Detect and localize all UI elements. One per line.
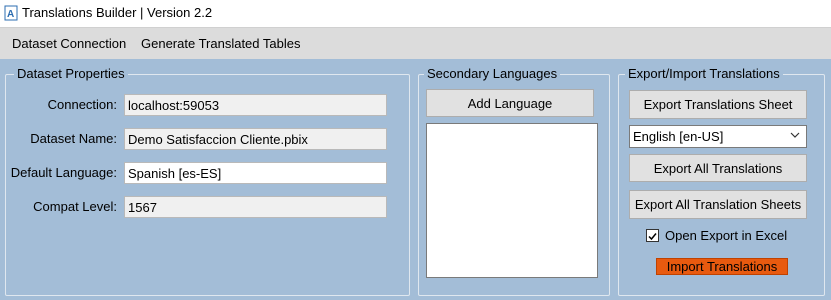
dataset-name-label: Dataset Name: bbox=[30, 131, 117, 146]
compat-level-field[interactable]: 1567 bbox=[124, 196, 387, 218]
export-import-group: Export/Import Translations Export Transl… bbox=[618, 66, 825, 296]
checkmark-icon bbox=[648, 233, 657, 241]
compat-level-label: Compat Level: bbox=[33, 199, 117, 214]
language-select[interactable]: English [en-US] bbox=[629, 125, 807, 148]
dataset-properties-title: Dataset Properties bbox=[14, 66, 128, 81]
import-translations-button[interactable]: Import Translations bbox=[656, 258, 788, 275]
connection-label: Connection: bbox=[47, 97, 117, 112]
add-language-button[interactable]: Add Language bbox=[426, 89, 594, 117]
app-icon: A bbox=[4, 5, 18, 21]
export-all-translations-button[interactable]: Export All Translations bbox=[629, 154, 807, 182]
secondary-languages-title: Secondary Languages bbox=[424, 66, 561, 81]
open-in-excel-checkbox[interactable] bbox=[646, 229, 659, 242]
language-select-value: English [en-US] bbox=[633, 129, 724, 144]
export-import-title: Export/Import Translations bbox=[625, 66, 783, 81]
svg-text:A: A bbox=[7, 9, 14, 20]
open-in-excel-label: Open Export in Excel bbox=[665, 228, 788, 243]
default-language-label: Default Language: bbox=[10, 165, 117, 180]
menu-generate-translated-tables[interactable]: Generate Translated Tables bbox=[141, 36, 300, 51]
connection-field[interactable]: localhost:59053 bbox=[124, 94, 387, 116]
export-translations-sheet-button[interactable]: Export Translations Sheet bbox=[629, 90, 807, 119]
window-title: Translations Builder | Version 2.2 bbox=[22, 5, 213, 20]
main-panel: Dataset Properties Connection: localhost… bbox=[0, 59, 831, 300]
dataset-properties-group: Dataset Properties Connection: localhost… bbox=[5, 66, 410, 296]
export-all-translation-sheets-button[interactable]: Export All Translation Sheets bbox=[629, 190, 807, 219]
secondary-languages-group: Secondary Languages Add Language bbox=[418, 66, 610, 296]
menu-dataset-connection[interactable]: Dataset Connection bbox=[12, 36, 126, 51]
menu-bar: Dataset Connection Generate Translated T… bbox=[0, 27, 831, 59]
chevron-down-icon bbox=[790, 132, 800, 138]
title-bar: A Translations Builder | Version 2.2 bbox=[0, 0, 831, 27]
default-language-field[interactable]: Spanish [es-ES] bbox=[124, 162, 387, 184]
secondary-languages-list[interactable] bbox=[426, 123, 598, 278]
dataset-name-field[interactable]: Demo Satisfaccion Cliente.pbix bbox=[124, 128, 387, 150]
